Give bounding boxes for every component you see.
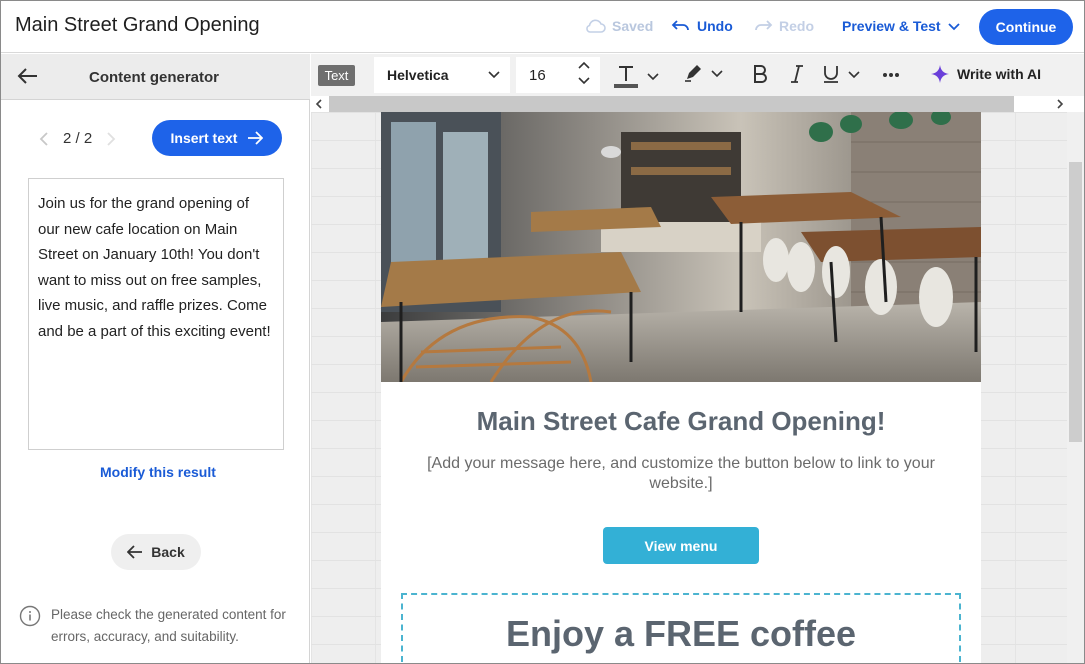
italic-button[interactable] xyxy=(789,64,805,84)
more-options-button[interactable] xyxy=(882,72,900,78)
scroll-left-icon[interactable] xyxy=(315,99,323,109)
write-with-ai-button[interactable]: Write with AI xyxy=(931,65,1041,83)
underline-button[interactable] xyxy=(822,64,860,84)
promo-block[interactable]: Enjoy a FREE coffee xyxy=(401,593,961,663)
chevron-left-icon[interactable] xyxy=(39,131,49,146)
write-ai-label: Write with AI xyxy=(957,66,1041,82)
italic-icon xyxy=(791,65,803,83)
bold-button[interactable] xyxy=(752,64,768,84)
underline-icon xyxy=(824,66,838,83)
chevron-down-icon xyxy=(647,73,659,81)
size-spinner xyxy=(578,61,590,85)
chevron-down-icon[interactable] xyxy=(578,76,590,85)
back-button[interactable]: Back xyxy=(111,534,201,570)
highlight-button[interactable] xyxy=(683,63,723,83)
disclaimer: Please check the generated content for e… xyxy=(19,604,299,648)
chevron-down-icon xyxy=(947,23,960,31)
highlighter-icon xyxy=(685,65,701,82)
email-body: Main Street Cafe Grand Opening! [Add you… xyxy=(381,112,981,663)
font-family-select[interactable]: Helvetica xyxy=(374,57,510,93)
undo-icon xyxy=(671,20,689,31)
insert-text-button[interactable]: Insert text xyxy=(152,120,282,156)
undo-label: Undo xyxy=(697,18,733,34)
font-family-value: Helvetica xyxy=(387,67,449,83)
preview-test-menu[interactable]: Preview & Test xyxy=(842,18,961,34)
chevron-right-icon[interactable] xyxy=(106,131,116,146)
campaign-title: Main Street Grand Opening xyxy=(15,14,260,36)
redo-label: Redo xyxy=(779,18,814,34)
font-size-value: 16 xyxy=(529,66,546,84)
bold-icon xyxy=(754,65,767,83)
cafe-hero-image[interactable] xyxy=(381,112,981,382)
text-color-icon xyxy=(614,66,638,88)
generated-text-box[interactable]: Join us for the grand opening of our new… xyxy=(28,178,284,450)
panel-title: Content generator xyxy=(89,69,220,86)
sparkle-icon xyxy=(931,65,949,83)
redo-icon xyxy=(755,20,773,31)
saved-status: Saved xyxy=(584,18,653,34)
vertical-scrollbar[interactable] xyxy=(1067,112,1084,663)
arrow-left-icon xyxy=(127,545,143,559)
text-color-button[interactable] xyxy=(613,63,659,89)
top-bar: Main Street Grand Opening Saved Undo Red… xyxy=(1,1,1084,53)
scrollbar-thumb[interactable] xyxy=(329,96,1014,112)
chevron-down-icon xyxy=(848,71,860,79)
saved-label: Saved xyxy=(612,18,654,34)
disclaimer-text: Please check the generated content for e… xyxy=(51,607,286,644)
chevron-down-icon xyxy=(711,70,723,78)
block-type-badge: Text xyxy=(318,65,355,86)
app-window: Main Street Grand Opening Saved Undo Red… xyxy=(0,0,1085,664)
format-toolbar: Text Helvetica 16 Write with AI xyxy=(311,54,1084,96)
chevron-up-icon[interactable] xyxy=(578,61,590,70)
chevron-down-icon xyxy=(488,71,500,79)
continue-button[interactable]: Continue xyxy=(979,9,1073,45)
pager-label: 2 / 2 xyxy=(63,130,93,147)
view-menu-button[interactable]: View menu xyxy=(603,527,759,564)
cloud-icon xyxy=(586,19,606,33)
result-pager: 2 / 2 xyxy=(39,130,116,147)
more-dots-icon xyxy=(883,73,899,77)
email-message[interactable]: [Add your message here, and customize th… xyxy=(421,454,941,494)
redo-button[interactable]: Redo xyxy=(753,18,814,34)
insert-label: Insert text xyxy=(170,130,238,146)
panel-header: Content generator xyxy=(1,54,310,100)
arrow-right-icon xyxy=(248,131,264,145)
undo-button[interactable]: Undo xyxy=(671,18,733,34)
preview-label: Preview & Test xyxy=(842,18,941,34)
horizontal-scrollbar[interactable] xyxy=(311,96,1084,112)
promo-heading[interactable]: Enjoy a FREE coffee xyxy=(403,613,959,655)
vertical-scrollbar-thumb[interactable] xyxy=(1069,162,1082,442)
email-heading[interactable]: Main Street Cafe Grand Opening! xyxy=(381,406,981,437)
back-arrow-icon[interactable] xyxy=(17,67,39,85)
modify-result-link[interactable]: Modify this result xyxy=(100,464,216,480)
content-generator-panel: Content generator 2 / 2 Insert text Join… xyxy=(1,54,310,663)
back-label: Back xyxy=(151,544,185,560)
font-size-stepper[interactable]: 16 xyxy=(516,57,600,93)
info-icon xyxy=(19,605,41,627)
scroll-right-icon[interactable] xyxy=(1056,99,1064,109)
